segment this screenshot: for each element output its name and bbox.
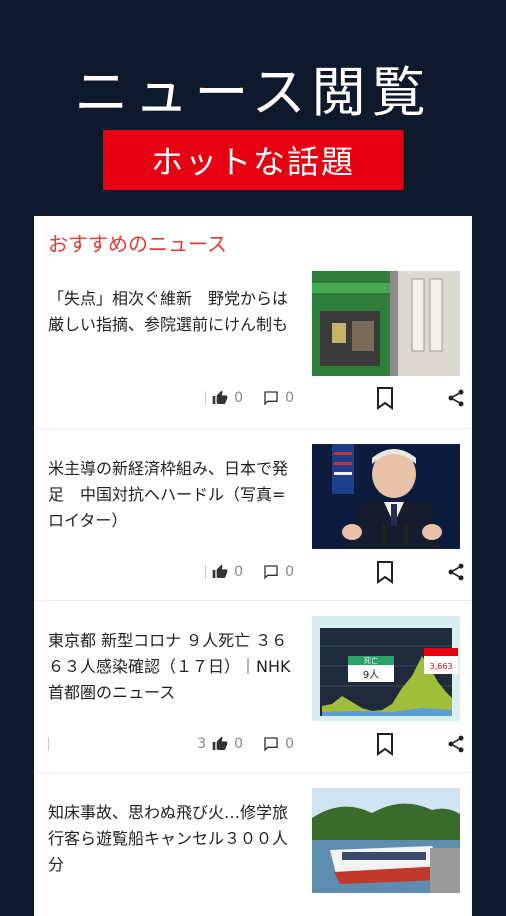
share-icon[interactable] <box>446 562 466 582</box>
hot-topics-banner[interactable]: ホットな話題 <box>103 130 403 190</box>
news-headline[interactable]: 知床事故、思わぬ飛び火…修学旅行客ら遊覧船キャンセル３００人分 <box>48 800 296 880</box>
comment-icon[interactable] <box>263 390 279 406</box>
news-headline[interactable]: 米主導の新経済枠組み、日本で発足 中国対抗へハードル（写真=ロイター） <box>48 456 296 536</box>
card-actions <box>376 558 466 586</box>
news-card[interactable]: 「失点」相次ぐ維新 野党からは厳しい指摘、参院選前にけん制も 0 0 <box>34 256 472 429</box>
news-card[interactable]: 米主導の新経済枠組み、日本で発足 中国対抗へハードル（写真=ロイター） 0 0 <box>34 428 472 601</box>
thumbs-up-icon[interactable] <box>212 736 228 752</box>
news-thumbnail[interactable]: 死亡 9人 3,663 <box>312 616 460 721</box>
views-count: 3 <box>197 736 207 752</box>
bookmark-icon[interactable] <box>376 732 394 756</box>
bookmark-icon[interactable] <box>376 386 394 410</box>
card-actions <box>376 384 466 412</box>
comment-icon[interactable] <box>263 736 279 752</box>
news-thumbnail[interactable] <box>312 444 460 549</box>
news-headline[interactable]: 「失点」相次ぐ維新 野党からは厳しい指摘、参院選前にけん制も <box>48 286 296 350</box>
meta-divider <box>205 391 207 405</box>
news-headline[interactable]: 東京都 新型コロナ ９人死亡 ３６６３人感染確認（１７日）｜NHK 首都圏のニュ… <box>48 628 296 708</box>
like-count: 0 <box>234 736 244 752</box>
card-actions <box>376 730 466 758</box>
like-count: 0 <box>234 390 244 406</box>
news-thumbnail[interactable] <box>312 271 460 376</box>
app-title: ニュース閲覧 <box>74 61 432 124</box>
news-meta: 0 0 <box>48 560 308 584</box>
share-icon[interactable] <box>446 388 466 408</box>
news-thumbnail[interactable] <box>312 788 460 893</box>
meta-divider <box>205 565 207 579</box>
comment-count: 0 <box>285 390 294 406</box>
thumb-label-death: 死亡 <box>364 656 378 665</box>
meta-divider <box>48 737 49 751</box>
news-meta: 0 0 <box>48 386 308 410</box>
like-count: 0 <box>234 564 244 580</box>
thumb-label-deaths-count: 9人 <box>363 669 379 681</box>
bookmark-icon[interactable] <box>376 560 394 584</box>
news-meta: 3 0 0 <box>48 732 308 756</box>
share-icon[interactable] <box>446 734 466 754</box>
thumbs-up-icon[interactable] <box>212 390 228 406</box>
thumbs-up-icon[interactable] <box>212 564 228 580</box>
news-card[interactable]: 知床事故、思わぬ飛び火…修学旅行客ら遊覧船キャンセル３００人分 <box>34 772 472 916</box>
comment-icon[interactable] <box>263 564 279 580</box>
section-title: おすすめのニュース <box>48 232 227 256</box>
news-card[interactable]: 東京都 新型コロナ ９人死亡 ３６６３人感染確認（１７日）｜NHK 首都圏のニュ… <box>34 600 472 773</box>
comment-count: 0 <box>285 736 294 752</box>
thumb-label-cases: 3,663 <box>430 662 453 671</box>
comment-count: 0 <box>285 564 294 580</box>
news-feed-panel: おすすめのニュース 「失点」相次ぐ維新 野党からは厳しい指摘、参院選前にけん制も <box>34 216 472 916</box>
